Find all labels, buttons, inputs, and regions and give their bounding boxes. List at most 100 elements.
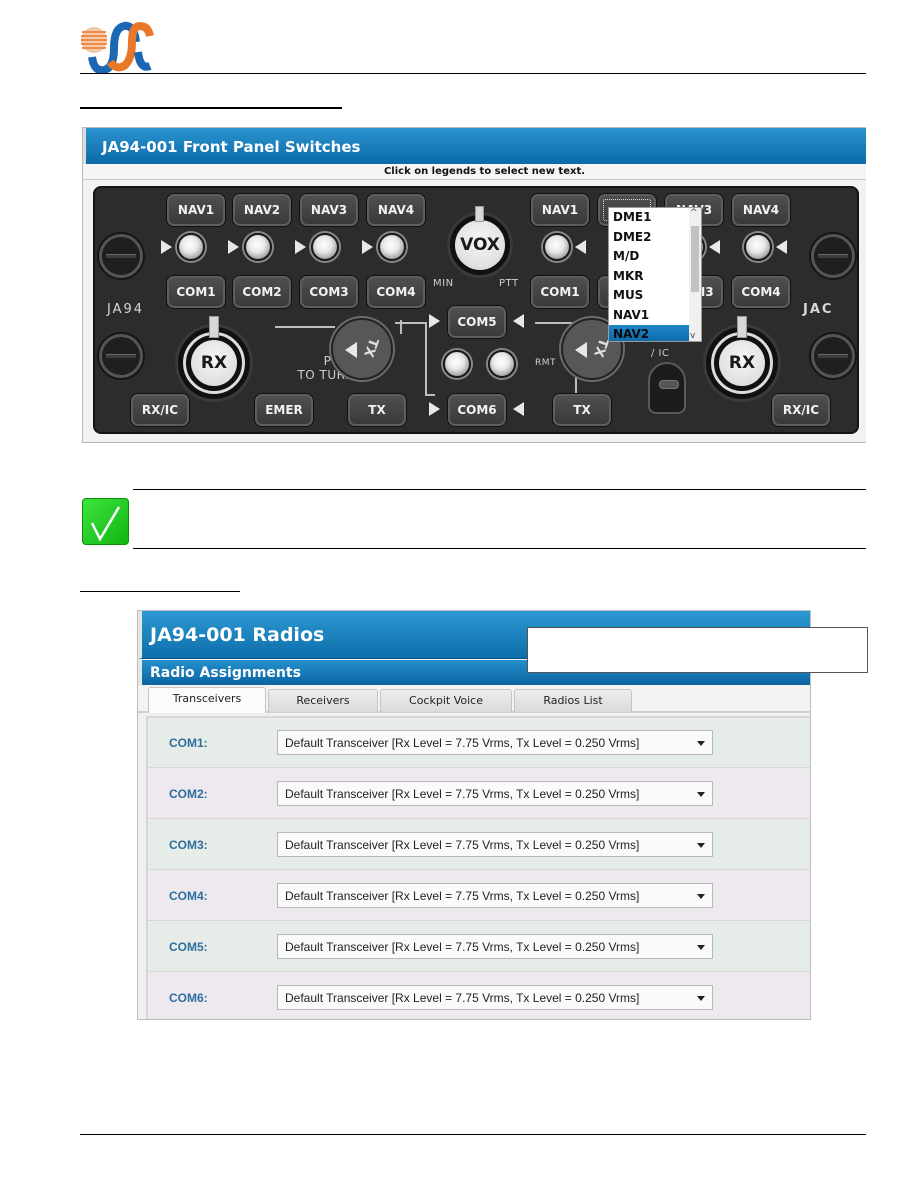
left-nav2-button[interactable]: NAV2 (233, 194, 291, 226)
left-com3-button[interactable]: COM3 (300, 276, 358, 308)
com5-button[interactable]: COM5 (448, 306, 506, 338)
arrow-left-icon (575, 240, 586, 254)
left-nav3-select-switch[interactable] (311, 233, 339, 261)
legend-hint: Click on legends to select new text. (83, 164, 866, 180)
jac-logo-icon (80, 12, 155, 75)
left-tx-button[interactable]: TX (348, 394, 406, 426)
arrow-left-icon (513, 314, 524, 328)
section-heading-underline (80, 591, 240, 592)
legend-option[interactable]: NAV1 (609, 306, 701, 326)
arrow-left-icon (513, 402, 524, 416)
legend-option[interactable]: M/D (609, 247, 701, 267)
row-label: COM2: (169, 787, 208, 801)
legend-option-selected[interactable]: NAV2 (609, 325, 701, 341)
vox-min-label: MIN (433, 278, 454, 289)
arrow-right-icon (429, 314, 440, 328)
legend-option[interactable]: MUS (609, 286, 701, 306)
scrollbar-thumb[interactable] (691, 226, 699, 292)
footer-rule (80, 1134, 866, 1135)
tab-transceivers[interactable]: Transceivers (148, 687, 266, 713)
left-nav1-select-switch[interactable] (177, 233, 205, 261)
emer-button[interactable]: EMER (255, 394, 313, 426)
right-rx-knob[interactable]: RX (719, 340, 765, 386)
right-com4-button[interactable]: COM4 (732, 276, 790, 308)
wire (425, 394, 435, 396)
tx-knob-label: TX (360, 336, 381, 359)
screw-icon (99, 334, 143, 378)
left-com4-button[interactable]: COM4 (367, 276, 425, 308)
table-row: COM3: Default Transceiver [Rx Level = 7.… (148, 820, 810, 870)
right-nav1-select-switch[interactable] (543, 233, 571, 261)
left-com2-button[interactable]: COM2 (233, 276, 291, 308)
brand-label: JAC (803, 302, 834, 317)
right-nav4-select-switch[interactable] (744, 233, 772, 261)
front-panel-switches-window: JA94-001 Front Panel Switches Click on l… (82, 127, 866, 443)
tab-radios-list[interactable]: Radios List (514, 689, 632, 712)
chevron-down-icon (697, 843, 705, 848)
ja94-front-panel: JA94 JAC NAV1 NAV2 NAV3 NAV4 COM1 COM2 C… (93, 186, 859, 434)
legend-option[interactable]: MKR (609, 267, 701, 287)
left-nav4-button[interactable]: NAV4 (367, 194, 425, 226)
com2-transceiver-select[interactable]: Default Transceiver [Rx Level = 7.75 Vrm… (277, 781, 713, 806)
wire (535, 322, 575, 324)
center-left-switch[interactable] (443, 350, 471, 378)
left-com1-button[interactable]: COM1 (167, 276, 225, 308)
model-label: JA94 (107, 302, 145, 317)
com5-transceiver-select[interactable]: Default Transceiver [Rx Level = 7.75 Vrm… (277, 934, 713, 959)
note-top-rule (133, 489, 866, 490)
table-row: COM5: Default Transceiver [Rx Level = 7.… (148, 922, 810, 972)
chevron-down-icon (697, 945, 705, 950)
select-value: Default Transceiver [Rx Level = 7.75 Vrm… (285, 991, 640, 1005)
knob-pointer (209, 316, 219, 338)
rmt-label: RMT (535, 358, 557, 368)
note-bottom-rule (133, 548, 866, 549)
center-right-switch[interactable] (488, 350, 516, 378)
right-nav4-button[interactable]: NAV4 (732, 194, 790, 226)
com1-transceiver-select[interactable]: Default Transceiver [Rx Level = 7.75 Vrm… (277, 730, 713, 755)
radio-tabs: Transceivers Receivers Cockpit Voice Rec… (138, 685, 810, 729)
left-tx-selector-knob[interactable]: TX (331, 318, 393, 380)
transceiver-assignments: COM1: Default Transceiver [Rx Level = 7.… (146, 716, 810, 1019)
chevron-down-icon (697, 741, 705, 746)
toggle-label: / IC (651, 348, 670, 359)
row-label: COM1: (169, 736, 208, 750)
screw-icon (99, 234, 143, 278)
legend-option[interactable]: DME1 (609, 208, 701, 228)
left-nav4-select-switch[interactable] (378, 233, 406, 261)
right-tx-button[interactable]: TX (553, 394, 611, 426)
legend-option[interactable]: DME2 (609, 228, 701, 248)
com4-transceiver-select[interactable]: Default Transceiver [Rx Level = 7.75 Vrm… (277, 883, 713, 908)
arrow-left-icon (575, 342, 587, 358)
scroll-up-icon[interactable]: ^ (690, 208, 698, 218)
tab-receivers[interactable]: Receivers (268, 689, 378, 712)
toggle-switch[interactable] (648, 362, 686, 414)
dropdown-scrollbar[interactable]: ^ v (689, 208, 701, 341)
com6-transceiver-select[interactable]: Default Transceiver [Rx Level = 7.75 Vrm… (277, 985, 713, 1010)
com6-button[interactable]: COM6 (448, 394, 506, 426)
select-value: Default Transceiver [Rx Level = 7.75 Vrm… (285, 838, 640, 852)
left-rx-ic-button[interactable]: RX/IC (131, 394, 189, 426)
right-rx-ic-button[interactable]: RX/IC (772, 394, 830, 426)
tab-cockpit-voice-recorders[interactable]: Cockpit Voice Recorders (380, 689, 512, 729)
callout-box (527, 627, 868, 673)
table-row: COM4: Default Transceiver [Rx Level = 7.… (148, 871, 810, 921)
left-nav3-button[interactable]: NAV3 (300, 194, 358, 226)
right-nav1-button[interactable]: NAV1 (531, 194, 589, 226)
wire (425, 322, 427, 396)
left-nav2-select-switch[interactable] (244, 233, 272, 261)
right-com1-button[interactable]: COM1 (531, 276, 589, 308)
select-value: Default Transceiver [Rx Level = 7.75 Vrm… (285, 940, 640, 954)
arrow-left-icon (776, 240, 787, 254)
table-row: COM1: Default Transceiver [Rx Level = 7.… (148, 718, 810, 768)
com3-transceiver-select[interactable]: Default Transceiver [Rx Level = 7.75 Vrm… (277, 832, 713, 857)
left-rx-knob[interactable]: RX (191, 340, 237, 386)
arrow-right-icon (362, 240, 373, 254)
arrow-right-icon (228, 240, 239, 254)
arrow-right-icon (295, 240, 306, 254)
legend-dropdown-list[interactable]: DME1 DME2 M/D MKR MUS NAV1 NAV2 NAV3 ^ v (608, 207, 702, 342)
scroll-down-icon[interactable]: v (690, 331, 695, 341)
vox-knob[interactable]: VOX (455, 220, 505, 270)
select-value: Default Transceiver [Rx Level = 7.75 Vrm… (285, 889, 640, 903)
left-nav1-button[interactable]: NAV1 (167, 194, 225, 226)
screw-icon (811, 334, 855, 378)
